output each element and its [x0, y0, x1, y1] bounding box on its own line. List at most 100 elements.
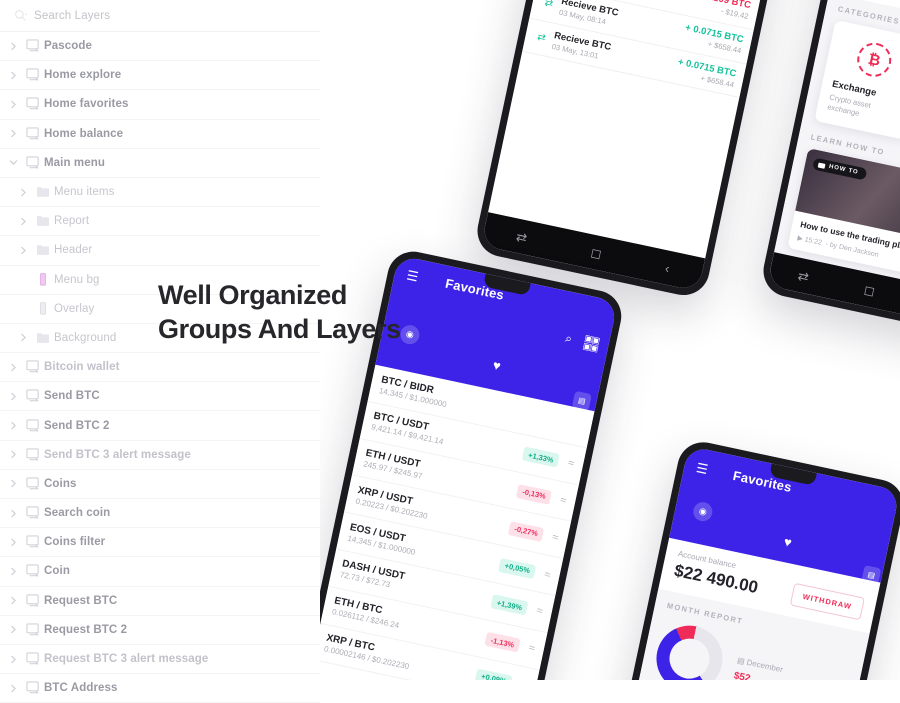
market-change-badge: +1,39%: [490, 594, 529, 616]
favorites-tab[interactable]: ♥: [779, 534, 794, 566]
layer-label: Menu bg: [54, 273, 100, 286]
headline-line-2: Groups And Layers: [158, 314, 401, 345]
market-change-badge: -0,13%: [516, 484, 552, 505]
market-change-badge: -0,27%: [508, 521, 545, 542]
artboard-icon: [22, 564, 44, 578]
chevron-right-icon[interactable]: [14, 333, 32, 342]
shape-icon: [32, 273, 54, 286]
favorites-tab[interactable]: ♥: [488, 357, 503, 391]
artboard-icon: [22, 68, 44, 82]
layer-row-send-btc-3-alert-message[interactable]: Send BTC 3 alert message: [0, 441, 320, 470]
explore-tab[interactable]: ◉: [691, 500, 715, 523]
sparkline-icon: ≈: [527, 642, 536, 656]
layer-label: Background: [54, 331, 117, 344]
market-change-badge: +1,33%: [522, 446, 560, 468]
video-badge: HOW TO: [812, 157, 868, 181]
artboard-icon: [22, 39, 44, 53]
chevron-right-icon[interactable]: [4, 596, 22, 605]
layer-row-bitcoin-wallet[interactable]: Bitcoin wallet: [0, 353, 320, 383]
wallet-tab[interactable]: ▤: [861, 565, 882, 586]
layer-label: Home explore: [44, 69, 122, 82]
layer-label: Send BTC: [44, 390, 100, 403]
layer-row-send-btc[interactable]: Send BTC: [0, 382, 320, 412]
back-icon[interactable]: ‹: [664, 260, 671, 276]
layer-label: Main menu: [44, 156, 105, 169]
layer-row-request-btc-2[interactable]: Request BTC 2: [0, 616, 320, 645]
chevron-right-icon[interactable]: [4, 129, 22, 138]
sparkline-icon: ≈: [543, 568, 552, 582]
chevron-right-icon[interactable]: [4, 42, 22, 51]
report-month: December: [745, 657, 784, 675]
recents-icon[interactable]: ⇄: [515, 228, 529, 245]
market-change-badge: +0,09%: [474, 668, 513, 680]
donut-chart: [650, 619, 729, 680]
chevron-right-icon[interactable]: [14, 217, 32, 226]
chevron-right-icon[interactable]: [4, 421, 22, 430]
layer-label: Send BTC 3 alert message: [44, 448, 191, 461]
recents-icon[interactable]: ⇄: [797, 267, 811, 284]
artboard-icon: [22, 652, 44, 666]
layer-row-send-btc-2[interactable]: Send BTC 2: [0, 411, 320, 441]
chevron-right-icon[interactable]: [4, 363, 22, 372]
artboard-icon: [22, 418, 44, 433]
chevron-right-icon[interactable]: [4, 392, 22, 401]
layer-label: Request BTC: [44, 594, 118, 607]
category-card-exchange[interactable]: ₿ Exchange Crypto asset exchange: [814, 19, 900, 141]
layer-row-pascode[interactable]: Pascode: [0, 32, 320, 62]
chevron-right-icon[interactable]: [4, 100, 22, 109]
layer-row-request-btc-3-alert-message[interactable]: Request BTC 3 alert message: [0, 645, 320, 675]
layer-label: Request BTC 3 alert message: [44, 653, 209, 666]
layer-row-home-balance[interactable]: Home balance: [0, 120, 320, 149]
search-layers-row[interactable]: Search Layers: [0, 0, 320, 32]
chevron-right-icon[interactable]: [4, 450, 22, 459]
layer-label: Report: [54, 215, 90, 228]
layer-row-request-btc[interactable]: Request BTC: [0, 587, 320, 616]
shape-icon: [32, 302, 54, 315]
withdraw-button[interactable]: WITHDRAW: [789, 582, 865, 621]
hamburger-icon[interactable]: ☰: [695, 460, 710, 477]
transactions-list[interactable]: ⇄Send BTC11 July, 17:05- 0.043010 BTC- $…: [488, 0, 782, 258]
sparkline-icon: ≈: [535, 605, 544, 619]
sparkline-icon: ≈: [558, 494, 568, 508]
artboard-icon: [22, 448, 44, 462]
layer-row-search-coin[interactable]: Search coin: [0, 499, 320, 529]
layer-row-header[interactable]: Header: [0, 236, 320, 266]
qr-scan-icon[interactable]: ▣▣ ▣▣: [582, 333, 600, 354]
video-badge-label: HOW TO: [828, 164, 859, 177]
artboard-icon: [22, 389, 44, 403]
favorites-market-list[interactable]: BTC / BIDR 14,345 / $1.000000 BTC / USDT 9,…: [312, 364, 595, 680]
chevron-right-icon[interactable]: [4, 625, 22, 634]
layer-row-home-favorites[interactable]: Home favorites: [0, 90, 320, 120]
chevron-right-icon[interactable]: [4, 655, 22, 664]
chevron-right-icon[interactable]: [4, 71, 22, 80]
chevron-down-icon[interactable]: [4, 159, 22, 166]
layer-row-coins[interactable]: Coins: [0, 470, 320, 499]
chevron-right-icon[interactable]: [4, 479, 22, 488]
layer-row-main-menu[interactable]: Main menu: [0, 149, 320, 178]
search-input[interactable]: Search Layers: [34, 10, 110, 22]
layer-row-menu-items[interactable]: Menu items: [0, 178, 320, 208]
wallet-tab[interactable]: ▤: [571, 390, 592, 411]
layer-row-coin[interactable]: Coin: [0, 557, 320, 587]
chevron-right-icon[interactable]: [14, 188, 32, 197]
layer-row-report[interactable]: Report: [0, 207, 320, 237]
chevron-right-icon[interactable]: [4, 538, 22, 547]
chevron-right-icon[interactable]: [4, 509, 22, 518]
hamburger-icon[interactable]: ☰: [405, 267, 420, 284]
layer-label: Coin: [44, 565, 70, 578]
artboard-icon: [22, 97, 44, 111]
chevron-right-icon[interactable]: [4, 684, 22, 693]
layer-row-coins-filter[interactable]: Coins filter: [0, 528, 320, 558]
layer-row-btc-address[interactable]: BTC Address: [0, 674, 320, 703]
chevron-right-icon[interactable]: [14, 246, 32, 255]
folder-icon: [32, 215, 54, 227]
layer-row-home-explore[interactable]: Home explore: [0, 61, 320, 91]
bitcoin-exchange-icon: ₿: [854, 39, 895, 80]
layer-label: Search coin: [44, 507, 111, 520]
search-icon[interactable]: ⌕: [564, 330, 573, 346]
chevron-right-icon[interactable]: [4, 567, 22, 576]
home-icon[interactable]: ◻: [863, 281, 877, 298]
layer-label: Coins: [44, 477, 77, 490]
home-icon[interactable]: ◻: [589, 244, 603, 261]
explore-tab[interactable]: ◉: [398, 323, 422, 346]
